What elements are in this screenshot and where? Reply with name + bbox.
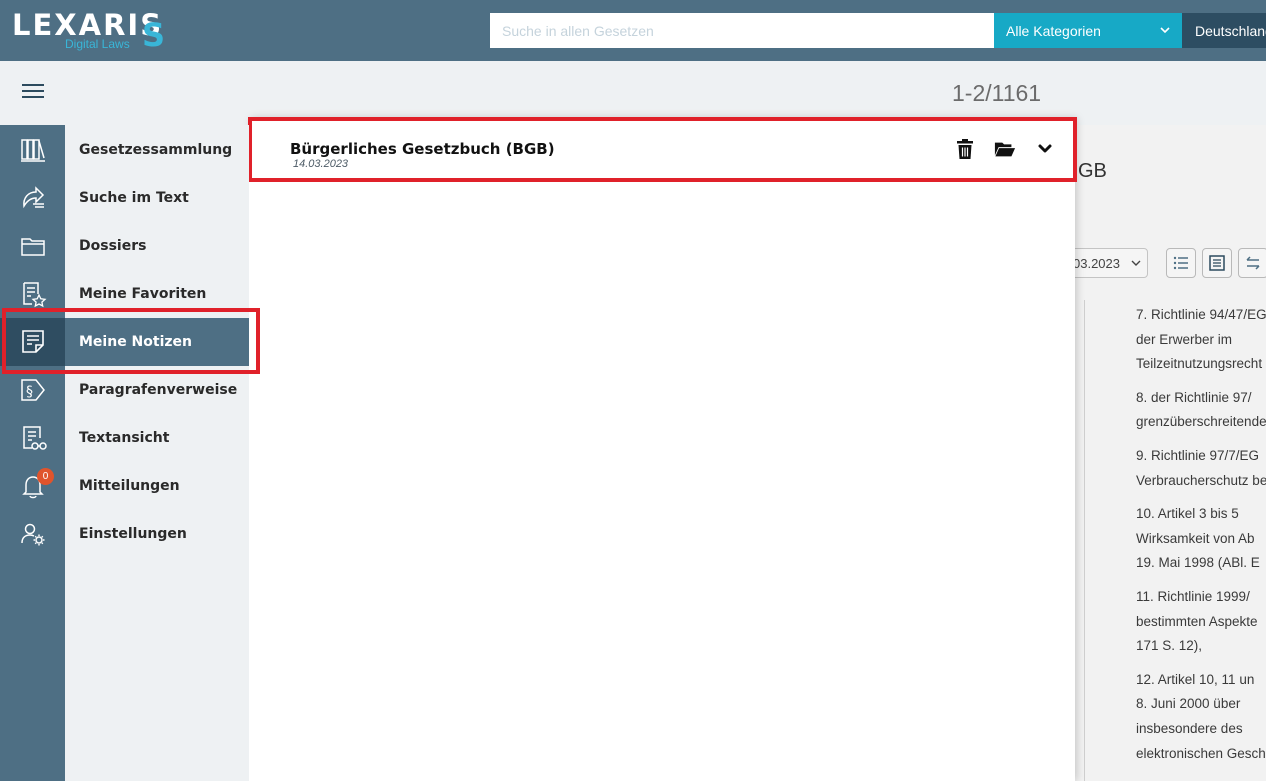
rail-item-dossiers[interactable] — [0, 222, 65, 270]
rail-item-paragraph-references[interactable]: § — [0, 366, 65, 414]
rail-item-notifications[interactable]: 0 — [0, 462, 65, 510]
text-view-glasses-icon — [22, 426, 47, 450]
category-select-label: Alle Kategorien — [1006, 22, 1101, 39]
rail-item-text-view[interactable] — [0, 414, 65, 462]
expand-note-button[interactable] — [1032, 136, 1058, 162]
nav-item-meine-favoriten[interactable]: Meine Favoriten — [65, 270, 249, 318]
text-search-icon — [22, 186, 44, 209]
rail-item-notes[interactable] — [0, 318, 65, 366]
compare-button[interactable] — [1238, 248, 1266, 278]
document-paragraph: 11. Richtlinie 1999/bestimmten Aspekte 17… — [1136, 588, 1258, 654]
document-divider — [1084, 300, 1085, 781]
chevron-down-icon — [1038, 144, 1052, 153]
nav-item-paragrafenverweise[interactable]: Paragrafenverweise — [65, 366, 249, 414]
notification-badge: 0 — [37, 468, 54, 485]
toc-list-button[interactable] — [1166, 248, 1196, 278]
user-settings-icon — [20, 523, 44, 546]
chevron-down-icon — [1131, 260, 1141, 266]
notes-panel — [249, 118, 1075, 781]
nav-item-dossiers[interactable]: Dossiers — [65, 222, 249, 270]
folder-open-icon — [994, 142, 1016, 157]
lexaris-logo[interactable]: LEXARIS Digital Laws S — [12, 6, 172, 54]
chevron-down-icon — [1160, 27, 1170, 34]
result-count: 1-2/1161 — [952, 80, 1042, 106]
note-card[interactable]: Bürgerliches Gesetzbuch (BGB) 14.03.2023 — [250, 119, 1074, 179]
nav-item-mitteilungen[interactable]: Mitteilungen — [65, 462, 249, 510]
version-date-value: 03.2023 — [1073, 255, 1120, 271]
logo-mark: S — [142, 16, 166, 54]
document-title: GB — [1078, 160, 1107, 182]
category-select[interactable]: Alle Kategorien — [994, 13, 1182, 48]
hamburger-menu-icon[interactable] — [22, 84, 44, 102]
delete-note-button[interactable] — [952, 136, 978, 162]
notes-icon — [21, 330, 44, 353]
nav-panel: Gesetzessammlung Suche im Text Dossiers … — [65, 125, 249, 781]
document-paragraph: 10. Artikel 3 bis 5 Wirksamkeit von Ab 19.… — [1136, 506, 1260, 571]
rail-item-text-search[interactable] — [0, 174, 65, 222]
favorites-doc-star-icon — [22, 282, 46, 308]
icon-rail: § 0 — [0, 125, 65, 781]
law-books-icon — [20, 139, 45, 162]
trash-icon — [957, 139, 973, 159]
note-title[interactable]: Bürgerliches Gesetzbuch (BGB) — [290, 140, 555, 158]
rail-item-settings[interactable] — [0, 510, 65, 558]
nav-item-meine-notizen[interactable]: Meine Notizen — [65, 318, 249, 366]
nav-item-textansicht[interactable]: Textansicht — [65, 414, 249, 462]
document-text: 7. Richtlinie 94/47/EG der Erwerber im Tei… — [1136, 303, 1266, 775]
logo-subtext: Digital Laws — [65, 37, 130, 51]
nav-item-einstellungen[interactable]: Einstellungen — [65, 510, 249, 558]
open-note-button[interactable] — [992, 136, 1018, 162]
country-select-label: Deutschland — [1195, 22, 1266, 39]
list-icon — [1173, 256, 1188, 270]
document-paragraph: 7. Richtlinie 94/47/EG der Erwerber im Tei… — [1136, 307, 1266, 372]
paragraph-references-icon: § — [20, 379, 45, 401]
document-view-button[interactable] — [1202, 248, 1232, 278]
rail-item-favorites[interactable] — [0, 270, 65, 318]
document-paragraph: 8. der Richtlinie 97/grenzüberschreitend… — [1136, 389, 1266, 430]
svg-text:§: § — [26, 384, 33, 400]
rail-item-law-collection[interactable] — [0, 126, 65, 174]
country-select[interactable]: Deutschland — [1182, 13, 1266, 48]
search-input[interactable] — [490, 13, 994, 48]
nav-item-suche-im-text[interactable]: Suche im Text — [65, 174, 249, 222]
swap-arrows-icon — [1246, 256, 1260, 270]
nav-item-gesetzessammlung[interactable]: Gesetzessammlung — [65, 126, 249, 174]
document-grid-icon — [1209, 255, 1225, 271]
document-paragraph: 9. Richtlinie 97/7/EG Verbraucherschutz b… — [1136, 447, 1266, 488]
folder-icon — [20, 238, 45, 256]
note-date: 14.03.2023 — [293, 158, 349, 170]
document-paragraph: 12. Artikel 10, 11 un 8. Juni 2000 über in… — [1136, 671, 1266, 761]
top-header: LEXARIS Digital Laws S Alle Kategorien D… — [0, 0, 1266, 61]
